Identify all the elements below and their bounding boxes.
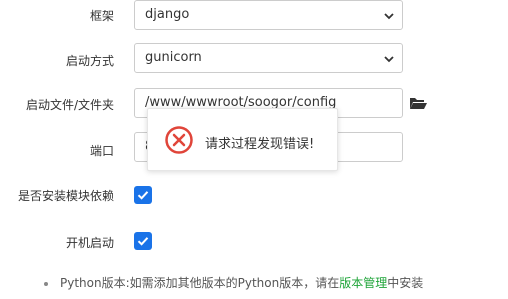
startup-file-label: 启动文件/文件夹: [25, 98, 114, 112]
framework-select[interactable]: django: [134, 0, 403, 30]
install-deps-checkbox[interactable]: [134, 186, 152, 204]
startup-mode-select[interactable]: gunicorn: [134, 43, 403, 73]
folder-open-icon[interactable]: [409, 95, 427, 111]
version-manager-link[interactable]: 版本管理: [339, 276, 387, 290]
autostart-label: 开机启动: [65, 236, 114, 250]
error-x-icon: [165, 126, 193, 154]
install-deps-label: 是否安装模块依赖: [17, 189, 114, 203]
framework-label: 框架: [89, 9, 114, 23]
bullet: [44, 281, 48, 286]
note-prefix: Python版本:如需添加其他版本的Python版本，请在: [60, 276, 340, 290]
chevron-down-icon: [384, 56, 394, 63]
port-label: 端口: [89, 144, 114, 158]
error-message: 请求过程发现错误!: [205, 137, 315, 152]
python-version-note: Python版本:如需添加其他版本的Python版本，请在版本管理中安装: [44, 274, 423, 291]
framework-value: django: [145, 7, 190, 22]
checkmark-icon: [137, 237, 149, 246]
checkmark-icon: [137, 191, 149, 200]
note-suffix: 中安装: [387, 276, 424, 290]
chevron-down-icon: [384, 13, 394, 20]
autostart-checkbox[interactable]: [134, 232, 152, 250]
error-toast: 请求过程发现错误!: [147, 108, 338, 171]
startup-mode-label: 启动方式: [65, 54, 114, 68]
startup-mode-value: gunicorn: [145, 50, 202, 65]
